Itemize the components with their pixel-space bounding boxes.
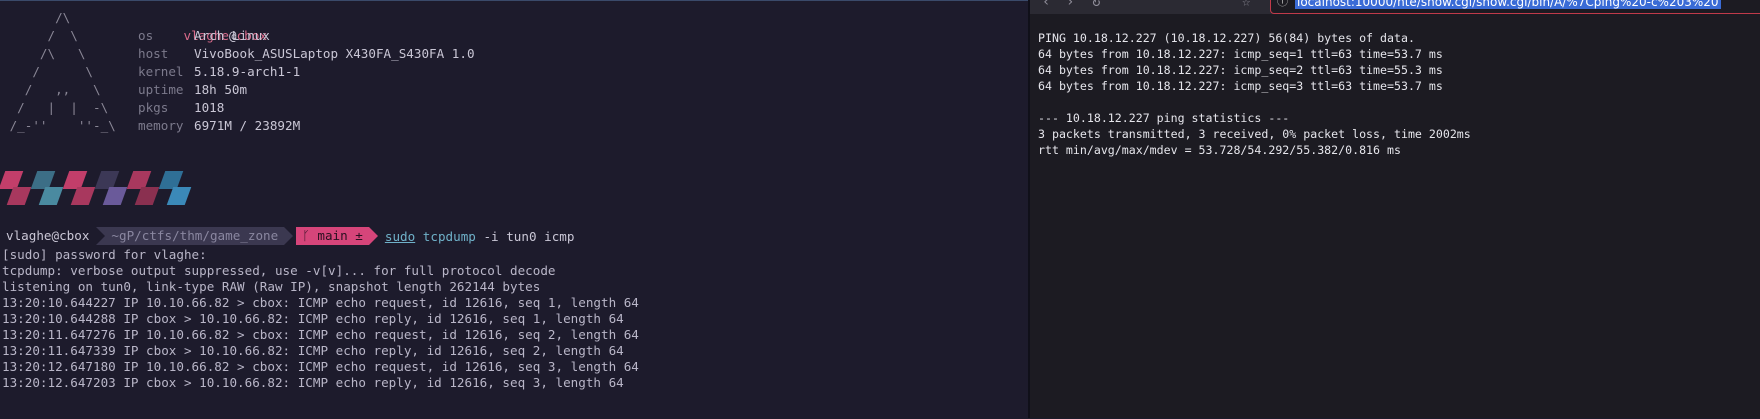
info-row-pkgs: pkgs 1018 — [138, 99, 475, 117]
info-value: 5.18.9-arch1-1 — [194, 64, 301, 79]
terminal-output-line: [sudo] password for vlaghe: — [2, 247, 207, 262]
ping-output-line: 64 bytes from 10.18.12.227: icmp_seq=2 t… — [1038, 63, 1443, 77]
command-tool: tcpdump — [422, 228, 476, 244]
info-row-os: os Arch Linux — [138, 27, 475, 45]
browser-window: ‹ › ↻ ☆ ⓘ localhost:10000/nte/show.cgi/s… — [1030, 0, 1760, 418]
color-swatch — [62, 171, 96, 205]
ping-output-line — [1038, 94, 1471, 110]
forward-icon[interactable]: › — [1066, 0, 1074, 10]
ping-output-line: 64 bytes from 10.18.12.227: icmp_seq=3 t… — [1038, 79, 1443, 93]
prompt-path: ~gP/ctfs/thm/game_zone — [96, 227, 294, 245]
terminal-output-line: 13:20:10.644288 IP cbox > 10.10.66.82: I… — [2, 311, 624, 326]
prompt-user-host: vlaghe@cbox — [0, 227, 96, 245]
info-value: VivoBook_ASUSLaptop X430FA_S430FA 1.0 — [194, 46, 475, 61]
swatch-bottom — [70, 187, 96, 205]
ping-output-line: 64 bytes from 10.18.12.227: icmp_seq=1 t… — [1038, 47, 1443, 61]
browser-toolbar: ‹ › ↻ ☆ ⓘ localhost:10000/nte/show.cgi/s… — [1030, 0, 1760, 14]
info-row-kernel: kernel 5.18.9-arch1-1 — [138, 63, 475, 81]
system-info: vlaghe@cbox os Arch Linux host VivoBook_AS… — [138, 9, 475, 135]
info-row-memory: memory 6971M / 23892M — [138, 117, 475, 135]
info-key: uptime — [138, 82, 184, 97]
terminal-output-line: listening on tun0, link-type RAW (Raw IP… — [2, 279, 541, 294]
swatch-bottom — [134, 187, 160, 205]
bookmark-icon[interactable]: ☆ — [1242, 0, 1250, 10]
command-args: -i tun0 icmp — [475, 228, 575, 244]
terminal-output-line: 13:20:12.647180 IP 10.10.66.82 > cbox: I… — [2, 359, 639, 374]
back-icon[interactable]: ‹ — [1042, 0, 1050, 10]
prompt-git-branch: ᚴ main ± — [296, 227, 378, 245]
info-row-uptime: uptime 18h 50m — [138, 81, 475, 99]
terminal-output-line: tcpdump: verbose output suppressed, use … — [2, 263, 556, 278]
command-line[interactable]: sudo tcpdump -i tun0 icmp — [385, 229, 575, 244]
terminal-output-line: 13:20:10.644227 IP 10.10.66.82 > cbox: I… — [2, 295, 639, 310]
ping-output-line: --- 10.18.12.227 ping statistics --- — [1038, 111, 1290, 125]
user-host-line: vlaghe@cbox — [138, 9, 475, 43]
swatch-bottom — [102, 187, 128, 205]
info-key: memory — [138, 118, 184, 133]
color-swatch — [126, 171, 160, 205]
address-bar[interactable]: ⓘ localhost:10000/nte/show.cgi/show.cgi/… — [1270, 0, 1760, 14]
swatch-bottom — [166, 187, 192, 205]
address-text[interactable]: localhost:10000/nte/show.cgi/show.cgi/bi… — [1295, 0, 1721, 9]
info-value: 6971M / 23892M — [194, 118, 301, 133]
site-info-icon[interactable]: ⓘ — [1277, 0, 1288, 9]
color-swatches — [0, 171, 192, 205]
info-value: 1018 — [194, 100, 225, 115]
terminal-output-line: 13:20:11.647339 IP cbox > 10.10.66.82: I… — [2, 343, 624, 358]
terminal-output-line: 13:20:12.647203 IP cbox > 10.10.66.82: I… — [2, 375, 624, 390]
info-row-host: host VivoBook_ASUSLaptop X430FA_S430FA 1.… — [138, 45, 475, 63]
color-swatch — [94, 171, 128, 205]
info-key: host — [138, 46, 169, 61]
info-value: 18h 50m — [194, 82, 248, 97]
shell-prompt: vlaghe@cbox ~gP/ctfs/thm/game_zone ᚴ mai… — [0, 227, 574, 245]
ping-output-line: rtt min/avg/max/mdev = 53.728/54.292/55.… — [1038, 143, 1401, 157]
reload-icon[interactable]: ↻ — [1092, 0, 1100, 10]
ping-output-line: 3 packets transmitted, 3 received, 0% pa… — [1038, 127, 1471, 141]
command-sudo: sudo — [384, 228, 416, 244]
color-swatch — [0, 171, 32, 205]
terminal-pane[interactable]: /\ / \ /\ \ / \ / ,, \ / | | -\ /_-'' ''… — [0, 0, 1028, 419]
info-value: Arch Linux — [194, 28, 270, 43]
color-swatch — [30, 171, 64, 205]
color-swatch — [158, 171, 192, 205]
arch-ascii-logo: /\ / \ /\ \ / \ / ,, \ / | | -\ /_-'' ''… — [9, 10, 116, 133]
info-key: kernel — [138, 64, 184, 79]
terminal-output-line: 13:20:11.647276 IP 10.10.66.82 > cbox: I… — [2, 327, 639, 342]
swatch-bottom — [6, 187, 32, 205]
swatch-bottom — [38, 187, 64, 205]
info-key: os — [138, 28, 154, 43]
info-key: pkgs — [138, 100, 169, 115]
page-content: PING 10.18.12.227 (10.18.12.227) 56(84) … — [1038, 30, 1471, 158]
ping-output-line: PING 10.18.12.227 (10.18.12.227) 56(84) … — [1038, 31, 1415, 45]
